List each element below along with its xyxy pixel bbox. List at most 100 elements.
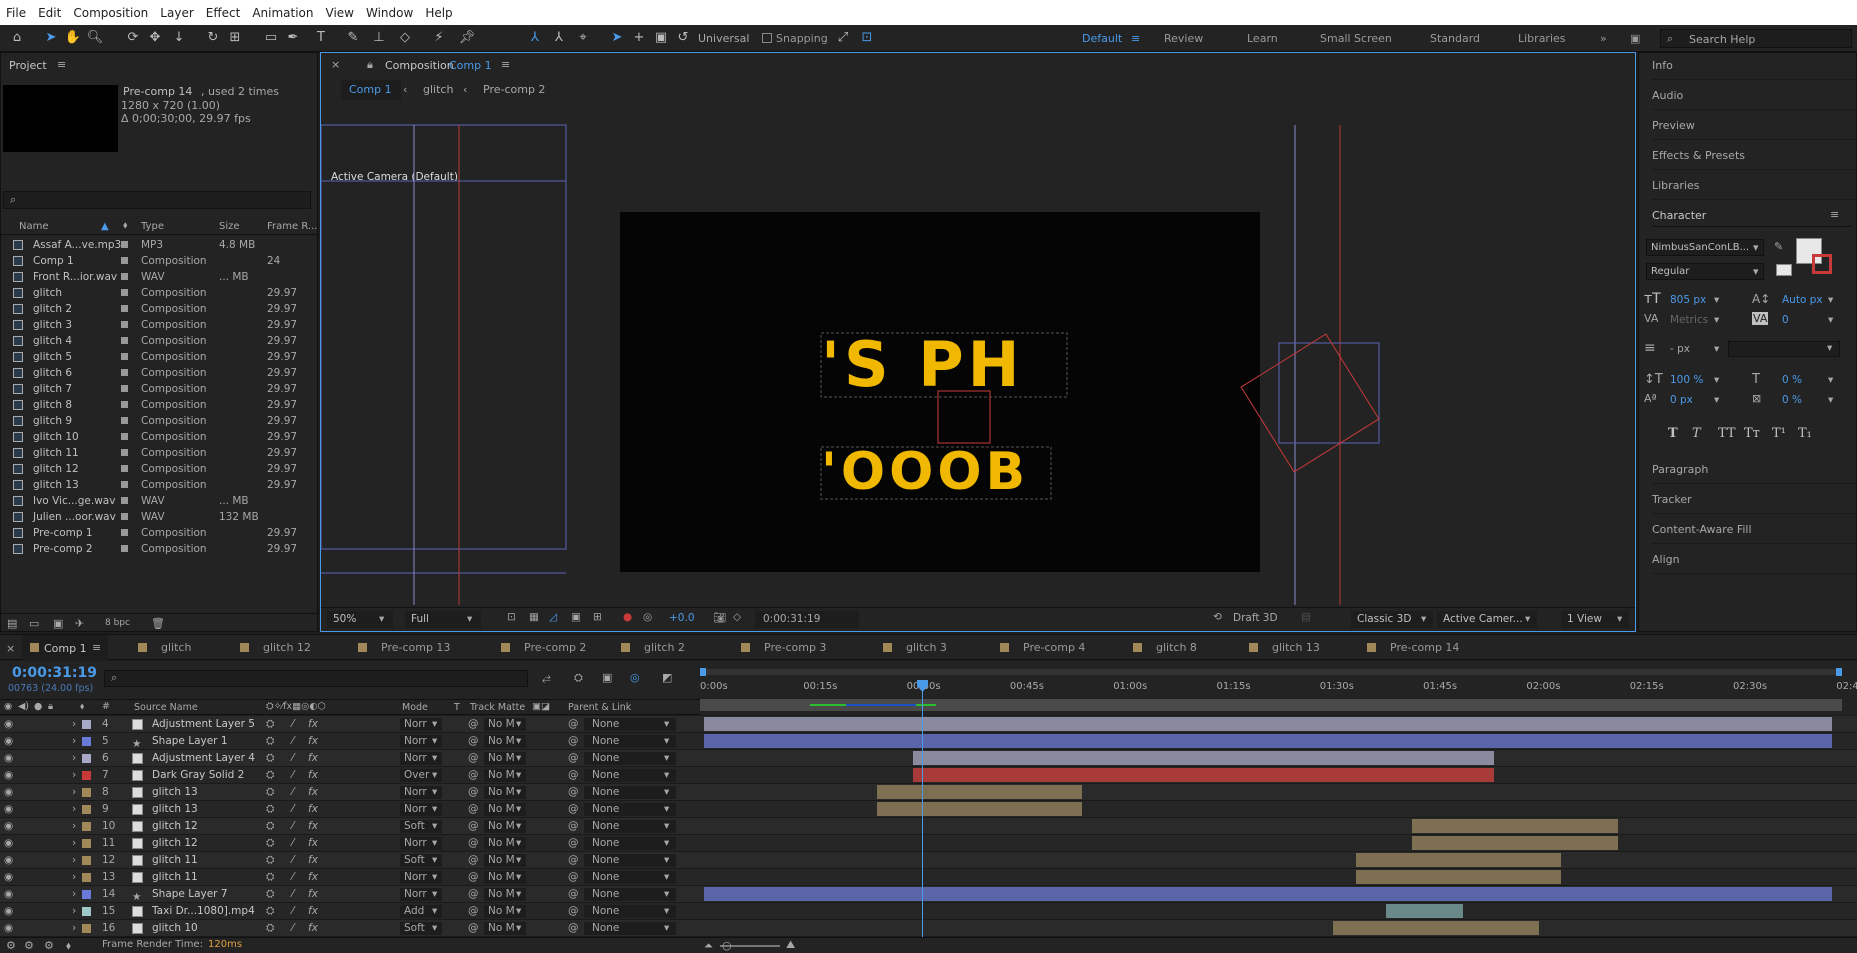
project-item[interactable]: Pre-comp 1 Composition 29.97: [1, 525, 301, 541]
quality-switch-icon[interactable]: ⁄: [292, 852, 294, 869]
label-color-swatch[interactable]: [82, 737, 91, 746]
label-color-swatch[interactable]: [121, 257, 128, 264]
tracking-value[interactable]: 0: [1782, 314, 1789, 326]
label-color-swatch[interactable]: [82, 771, 91, 780]
project-item[interactable]: glitch 3 Composition 29.97: [1, 317, 301, 333]
track-matte-dropdown[interactable]: No M ▾: [484, 769, 526, 782]
layer-duration-bar[interactable]: [1355, 853, 1562, 867]
rectangle-tool-icon[interactable]: ▭: [262, 29, 280, 47]
quality-switch-icon[interactable]: ⁄: [292, 750, 294, 767]
eye-icon[interactable]: ◉: [4, 801, 13, 818]
menu-layer[interactable]: Layer: [154, 6, 199, 20]
label-color-swatch[interactable]: [82, 907, 91, 916]
blend-mode-dropdown[interactable]: Soft ▾: [400, 922, 442, 935]
eye-icon[interactable]: ◉: [4, 716, 13, 733]
video-toggle-icon[interactable]: ◉: [4, 701, 12, 712]
expand-arrow-icon[interactable]: ›: [72, 852, 76, 869]
project-item[interactable]: glitch Composition 29.97: [1, 285, 301, 301]
pen-tool-icon[interactable]: ✒: [284, 29, 302, 47]
track-matte-header[interactable]: Track Matte: [470, 702, 525, 713]
parent-pickwhip-icon[interactable]: @: [568, 750, 579, 767]
parent-pickwhip-icon[interactable]: @: [568, 767, 579, 784]
parent-dropdown[interactable]: None ▾: [584, 735, 676, 748]
label-color-swatch[interactable]: [121, 241, 128, 248]
label-col-icon[interactable]: ⬧: [123, 220, 128, 231]
exposure-value[interactable]: +0.0: [669, 612, 695, 624]
shy-switch-icon[interactable]: ⛭: [266, 818, 274, 835]
matte-pickwhip-icon[interactable]: @: [468, 716, 479, 733]
expand-arrow-icon[interactable]: ›: [72, 869, 76, 886]
timeline-tab[interactable]: glitch 8: [1133, 641, 1197, 654]
matte-pickwhip-icon[interactable]: @: [468, 818, 479, 835]
zoom-out-icon[interactable]: ⏶: [704, 939, 713, 953]
quality-switch-icon[interactable]: ⁄: [292, 886, 294, 903]
panel-content-aware-fill[interactable]: Content-Aware Fill: [1652, 516, 1857, 544]
parent-dropdown[interactable]: None ▾: [584, 888, 676, 901]
quality-switch-icon[interactable]: ⁄: [292, 716, 294, 733]
label-color-swatch[interactable]: [121, 481, 128, 488]
interpret-footage-icon[interactable]: ▤: [7, 617, 17, 630]
chevron-down-icon[interactable]: ▾: [1828, 394, 1833, 406]
draft-3d-icon[interactable]: ⟲: [1213, 611, 1222, 623]
audio-toggle-icon[interactable]: ◀): [18, 701, 29, 712]
small-caps-icon[interactable]: Tт: [1744, 426, 1760, 441]
move-icon[interactable]: +: [630, 29, 648, 47]
track-matte-dropdown[interactable]: No M ▾: [484, 837, 526, 850]
shy-switch-icon[interactable]: ⛭: [266, 886, 274, 903]
new-comp-icon[interactable]: ▣: [53, 617, 63, 630]
modes-icon[interactable]: ⚙: [24, 939, 34, 952]
show-snapshot-icon[interactable]: ◇: [733, 611, 741, 623]
stroke-width-value[interactable]: - px: [1670, 343, 1690, 355]
layer-name[interactable]: glitch 13: [152, 801, 198, 818]
zoom-in-icon[interactable]: ⛰: [786, 938, 795, 952]
label-color-swatch[interactable]: [121, 513, 128, 520]
project-item[interactable]: glitch 13 Composition 29.97: [1, 477, 301, 493]
track-matte-dropdown[interactable]: No M ▾: [484, 888, 526, 901]
view-layout-dropdown[interactable]: 1 View ▾: [1561, 611, 1629, 628]
expand-arrow-icon[interactable]: ›: [72, 784, 76, 801]
track-matte-dropdown[interactable]: No M ▾: [484, 871, 526, 884]
draft-3d-label[interactable]: Draft 3D: [1233, 612, 1278, 624]
parent-pickwhip-icon[interactable]: @: [568, 903, 579, 920]
quality-switch-icon[interactable]: ⁄: [292, 818, 294, 835]
source-name-header[interactable]: Source Name: [134, 702, 198, 713]
more-workspaces-icon[interactable]: »: [1600, 32, 1607, 45]
character-panel-title[interactable]: Character: [1652, 209, 1706, 222]
blend-mode-dropdown[interactable]: Add ▾: [400, 905, 442, 918]
layer-name[interactable]: glitch 12: [152, 835, 198, 852]
eye-icon[interactable]: ◉: [4, 750, 13, 767]
matte-pickwhip-icon[interactable]: @: [468, 920, 479, 937]
project-item[interactable]: Ivo Vic...ge.wav WAV ... MB: [1, 493, 301, 509]
eye-icon[interactable]: ◉: [4, 835, 13, 852]
pan-tool-icon[interactable]: ✥: [146, 29, 164, 47]
breadcrumb-comp-1[interactable]: Comp 1: [349, 83, 392, 96]
panel-audio[interactable]: Audio: [1652, 82, 1857, 110]
eye-icon[interactable]: ◉: [4, 784, 13, 801]
eyedropper-icon[interactable]: ✎: [1774, 240, 1783, 253]
fx-switch-icon[interactable]: fx: [308, 869, 318, 886]
project-item[interactable]: glitch 8 Composition 29.97: [1, 397, 301, 413]
stroke-color-swatch[interactable]: [1812, 254, 1832, 274]
matte-pickwhip-icon[interactable]: @: [468, 750, 479, 767]
layer-duration-bar[interactable]: [876, 802, 1082, 816]
blend-mode-dropdown[interactable]: Norr ▾: [400, 735, 442, 748]
subscript-icon[interactable]: T₁: [1798, 426, 1812, 441]
toggle-icon[interactable]: ⬧: [66, 939, 71, 953]
track-matte-dropdown[interactable]: No M ▾: [484, 905, 526, 918]
expand-arrow-icon[interactable]: ›: [72, 750, 76, 767]
label-color-swatch[interactable]: [82, 839, 91, 848]
sync-settings-icon[interactable]: ▣: [1630, 32, 1640, 45]
bpc-label[interactable]: 8 bpc: [105, 618, 130, 628]
faux-italic-icon[interactable]: T: [1692, 426, 1701, 441]
matte-pickwhip-icon[interactable]: @: [468, 852, 479, 869]
fx-switch-icon[interactable]: fx: [308, 716, 318, 733]
lock-icon[interactable]: 🔒︎: [48, 701, 53, 712]
label-color-swatch[interactable]: [121, 289, 128, 296]
stroke-fill-toggle-icon[interactable]: [1776, 264, 1792, 276]
quality-switch-icon[interactable]: ⁄: [292, 801, 294, 818]
track-matte-dropdown[interactable]: No M ▾: [484, 922, 526, 935]
fx-switch-icon[interactable]: fx: [308, 920, 318, 937]
parent-pickwhip-icon[interactable]: @: [568, 818, 579, 835]
eye-icon[interactable]: ◉: [4, 852, 13, 869]
parent-pickwhip-icon[interactable]: @: [568, 886, 579, 903]
